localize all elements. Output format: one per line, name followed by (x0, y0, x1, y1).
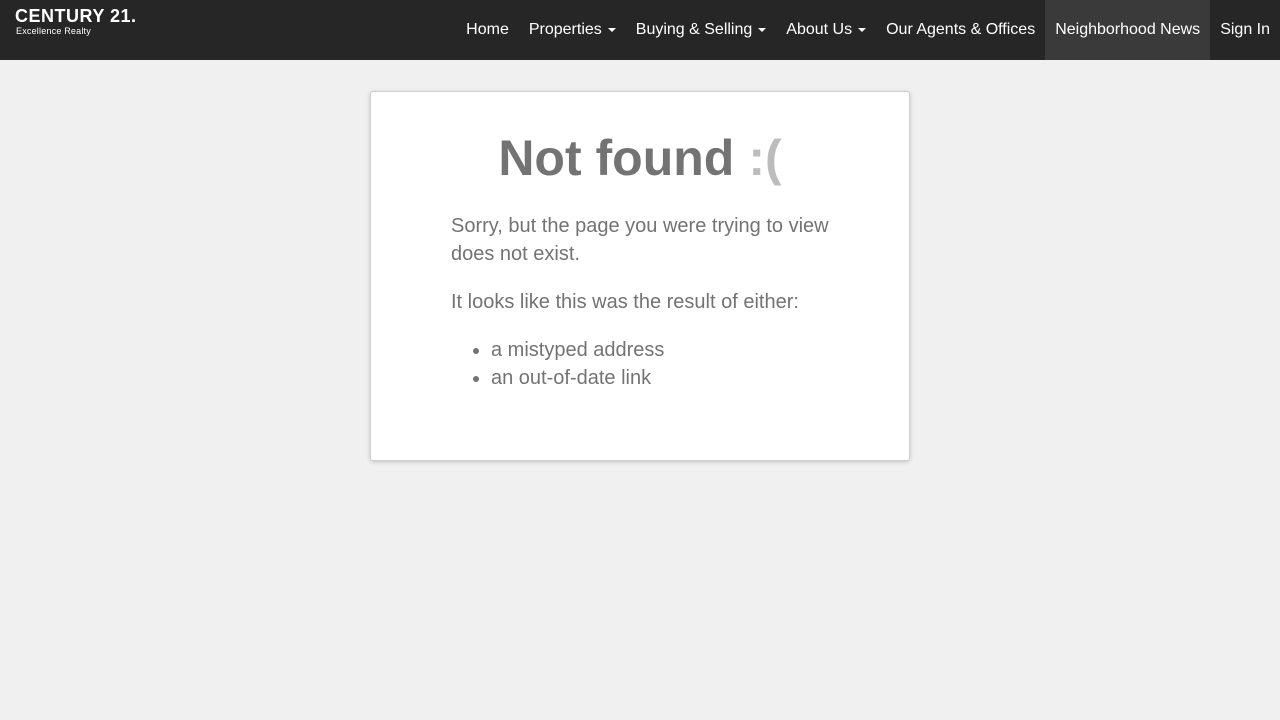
nav-label: About Us (786, 21, 853, 38)
title-text: Not found (498, 130, 735, 186)
list-item: an out-of-date link (491, 364, 851, 392)
caret-down-icon (858, 28, 867, 32)
caret-down-icon (607, 28, 616, 32)
nav-item-properties[interactable]: Properties (519, 0, 626, 60)
nav-item-sign-in[interactable]: Sign In (1210, 0, 1280, 60)
sad-face: :( (748, 130, 782, 186)
logo-brand: CENTURY 21. (15, 6, 137, 26)
nav-label: Neighborhood News (1055, 21, 1201, 38)
main-nav: Home Properties Buying & Selling About U… (456, 0, 1280, 60)
not-found-card: Not found:( Sorry, but the page you were… (370, 91, 910, 461)
list-item: a mistyped address (491, 336, 851, 364)
nav-item-neighborhood-news[interactable]: Neighborhood News (1045, 0, 1211, 60)
nav-item-buying-selling[interactable]: Buying & Selling (626, 0, 777, 60)
nav-label: Buying & Selling (635, 21, 753, 38)
nav-label: Properties (528, 21, 602, 38)
nav-label: Our Agents & Offices (886, 21, 1036, 38)
error-content: Sorry, but the page you were trying to v… (451, 212, 851, 392)
century21-logo[interactable]: CENTURY 21. Excellence Realty (15, 6, 137, 36)
nav-item-home[interactable]: Home (456, 0, 519, 60)
nav-item-about-us[interactable]: About Us (776, 0, 876, 60)
reason-list: a mistyped address an out-of-date link (451, 336, 851, 392)
nav-item-agents-offices[interactable]: Our Agents & Offices (876, 0, 1045, 60)
nav-label: Home (466, 21, 509, 38)
error-message: Sorry, but the page you were trying to v… (451, 215, 829, 265)
nav-label: Sign In (1220, 21, 1270, 38)
reason-intro: It looks like this was the result of eit… (451, 291, 799, 313)
logo-tagline: Excellence Realty (16, 26, 91, 36)
top-navbar: CENTURY 21. Excellence Realty Home Prope… (0, 0, 1280, 60)
page-title: Not found:( (371, 130, 909, 186)
caret-down-icon (758, 28, 767, 32)
